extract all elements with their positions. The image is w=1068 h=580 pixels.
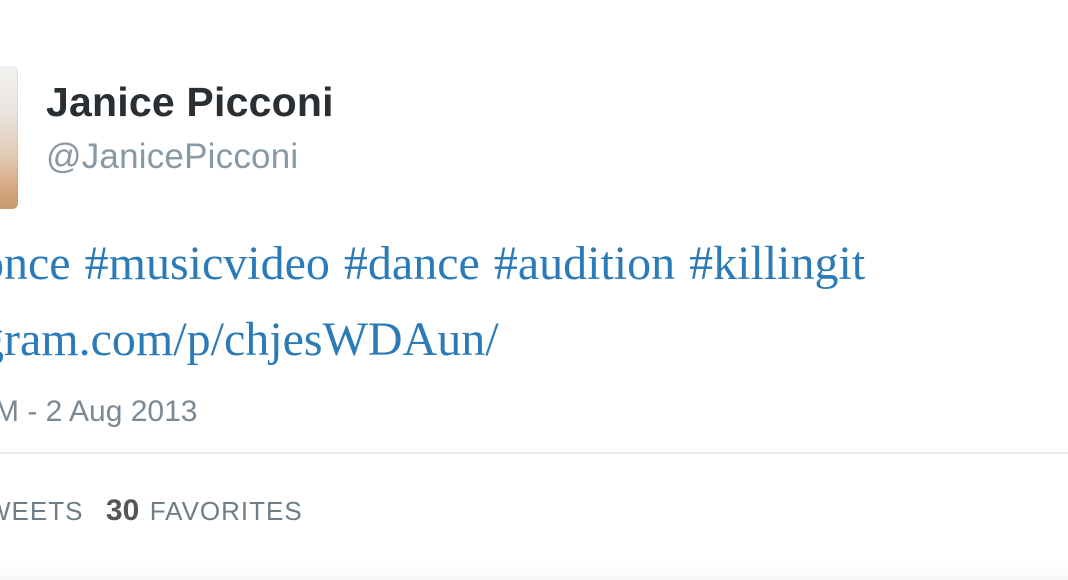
tweet-card: Janice Picconi @JanicePicconi once #music… [0, 0, 1068, 580]
hashtag-musicvideo[interactable]: #musicvideo [85, 237, 330, 290]
hashtag-once[interactable]: once [0, 237, 71, 290]
favorites-count: 30 [105, 494, 140, 527]
bottom-edge [0, 560, 1068, 580]
tweet-stats: WEETS 30 FAVORITES [0, 494, 303, 528]
favorites-stat[interactable]: 30 FAVORITES [106, 494, 303, 528]
author-handle[interactable]: @JanicePicconi [46, 136, 298, 178]
hashtag-audition[interactable]: #audition [494, 237, 675, 290]
tweet-timestamp[interactable]: M - 2 Aug 2013 [0, 392, 197, 432]
hashtag-dance[interactable]: #dance [344, 237, 480, 290]
retweets-label: WEETS [0, 496, 84, 526]
instagram-link[interactable]: gram.com/p/chjesWDAun/ [0, 313, 499, 366]
tweet-text-line-link: gram.com/p/chjesWDAun/ [0, 312, 499, 368]
favorites-label: FAVORITES [149, 496, 303, 526]
tweet-text-line-hashtags: once #musicvideo #dance #audition #killingit [0, 236, 879, 292]
divider [0, 452, 1068, 454]
author-name[interactable]: Janice Picconi [46, 78, 334, 126]
avatar[interactable] [0, 66, 18, 209]
hashtag-killingit[interactable]: #killingit [689, 237, 865, 290]
retweets-stat[interactable]: WEETS [0, 496, 83, 527]
